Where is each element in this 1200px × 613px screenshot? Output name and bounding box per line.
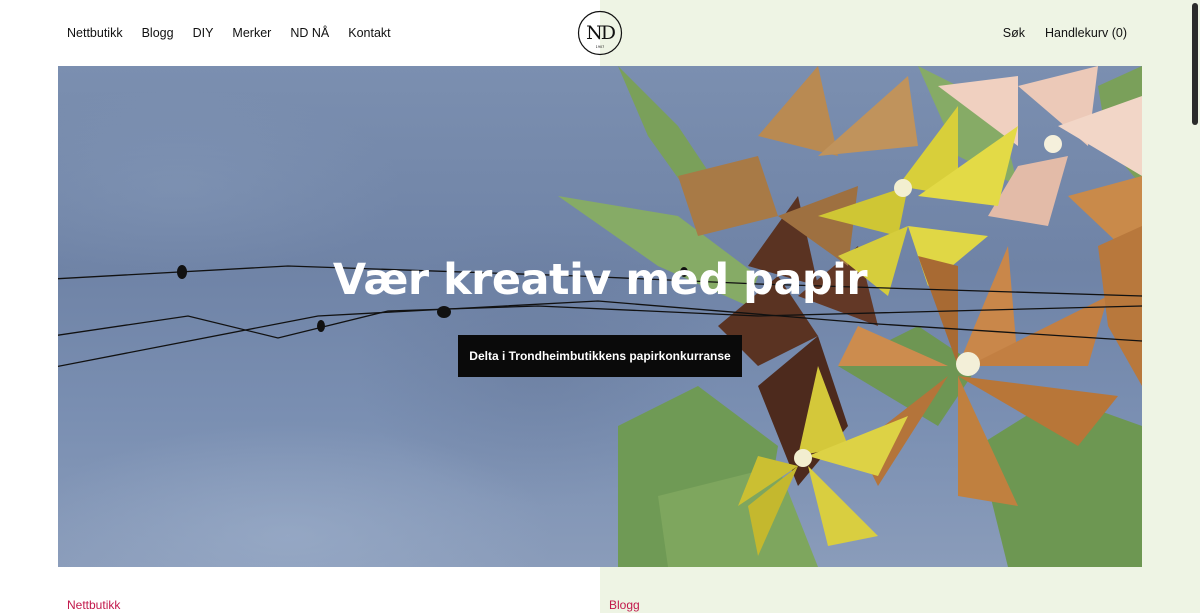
nd-logo[interactable]: ND 1907 [577,10,623,56]
nav-item-kontakt[interactable]: Kontakt [348,26,390,40]
utility-nav: Søk Handlekurv (0) [1003,26,1127,40]
paper-flowers-image [558,66,1142,567]
logo-letters: ND [586,22,616,44]
main-nav: Nettbutikk Blogg DIY Merker ND NÅ Kontak… [67,26,391,40]
contest-cta-button[interactable]: Delta i Trondheimbutikkens papirkonkurra… [458,335,742,377]
nav-item-diy[interactable]: DIY [193,26,214,40]
nav-item-merker[interactable]: Merker [232,26,271,40]
hero-banner[interactable] [58,66,1142,567]
hero-title: Vær kreativ med papir [332,255,868,305]
logo-year: 1907 [596,45,605,49]
nav-item-blogg[interactable]: Blogg [142,26,174,40]
blogg-section-link[interactable]: Blogg [609,598,640,612]
nav-item-nd-na[interactable]: ND NÅ [290,26,329,40]
page-scrollbar[interactable] [1192,3,1198,125]
cart-link[interactable]: Handlekurv (0) [1045,26,1127,40]
site-header: Nettbutikk Blogg DIY Merker ND NÅ Kontak… [0,0,1200,66]
nettbutikk-section-link[interactable]: Nettbutikk [67,598,120,612]
nav-item-nettbutikk[interactable]: Nettbutikk [67,26,123,40]
search-link[interactable]: Søk [1003,26,1025,40]
